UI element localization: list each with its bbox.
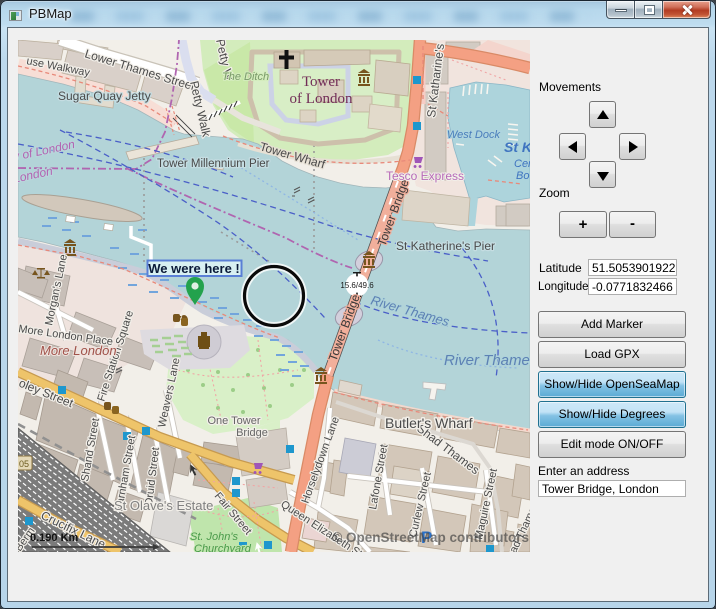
svg-text:St Olave's Estate: St Olave's Estate [114,498,213,513]
svg-text:Bridge: Bridge [236,427,268,439]
svg-text:Cen: Cen [514,158,530,170]
svg-text:05: 05 [19,459,29,469]
svg-text:River Thames: River Thames [444,352,530,369]
svg-text:Tower Millennium Pier: Tower Millennium Pier [157,158,270,170]
svg-text:We were here !: We were here ! [148,261,240,276]
svg-text:St. John's: St. John's [190,531,238,543]
svg-text:Bo: Bo [516,170,529,182]
svg-text:The Ditch: The Ditch [222,71,269,83]
svg-text:West Dock: West Dock [447,129,500,141]
svg-text:Butler's Wharf: Butler's Wharf [385,415,473,431]
svg-text:Sugar Quay Jetty: Sugar Quay Jetty [58,89,151,103]
svg-text:St Katherine's Pier: St Katherine's Pier [396,239,495,253]
svg-text:0.190 Km: 0.190 Km [30,532,79,544]
svg-text:St Ka: St Ka [504,139,530,155]
svg-text:of London: of London [290,91,353,107]
svg-text:More London: More London [40,343,117,358]
svg-text:© OpenStreetMap contributors: © OpenStreetMap contributors [332,530,529,545]
svg-text:One Tower: One Tower [208,415,261,427]
svg-text:Churchyard: Churchyard [194,543,252,552]
svg-text:15.6/49.6: 15.6/49.6 [340,281,374,290]
svg-text:Tesco Express: Tesco Express [386,169,464,183]
svg-text:Tower: Tower [302,74,340,90]
